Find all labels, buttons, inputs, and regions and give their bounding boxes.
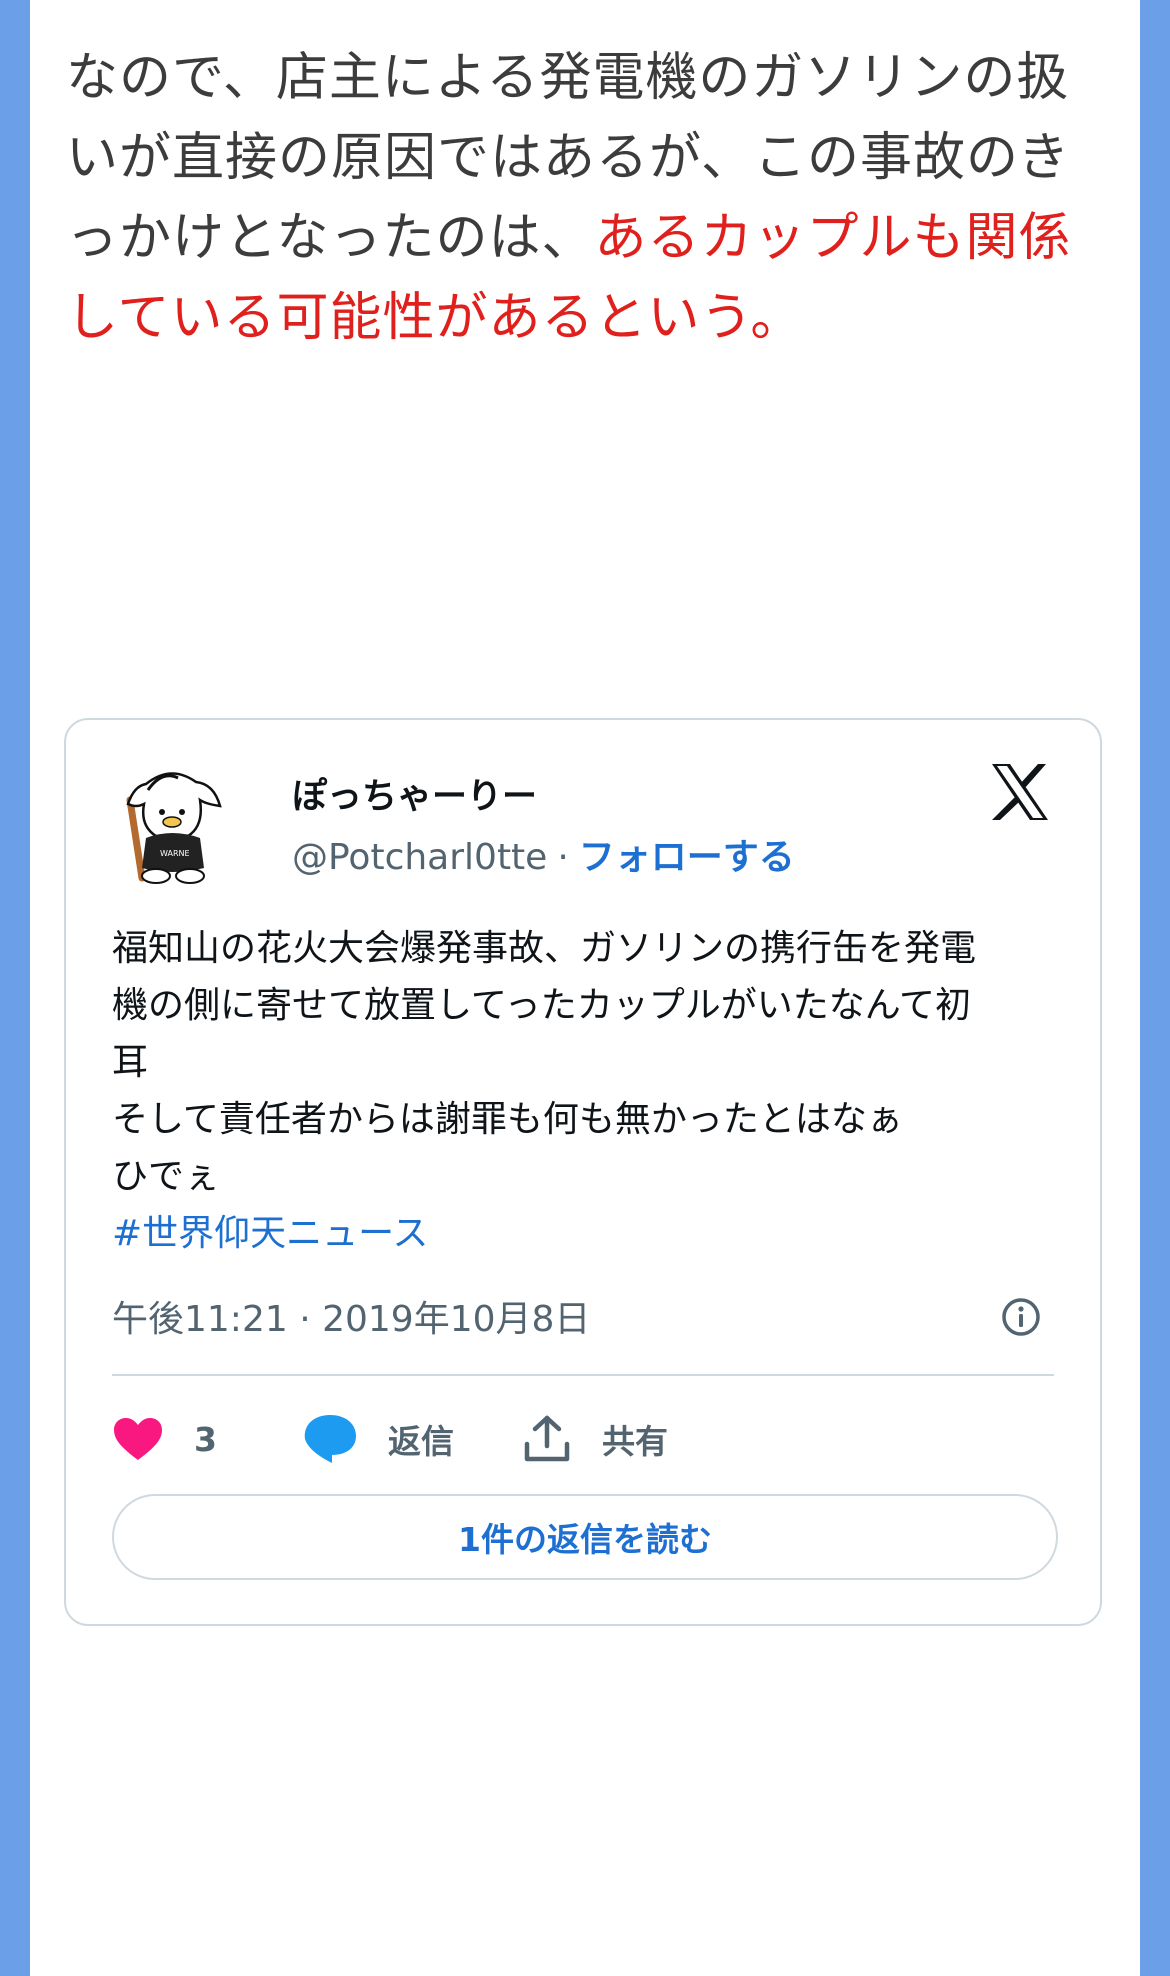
page-content: なので、店主による発電機のガソリンの扱いが直接の原因ではあるが、この事故のきっか… — [30, 0, 1140, 1976]
display-name[interactable]: ぽっちゃーりー — [292, 768, 537, 819]
follow-link[interactable]: フォローする — [579, 837, 795, 878]
x-logo-icon[interactable] — [988, 760, 1052, 824]
hashtag-link[interactable]: #世界仰天ニュース — [112, 1205, 1072, 1262]
info-icon[interactable] — [1000, 1296, 1042, 1338]
tweet-text-line: ひでぇ — [112, 1156, 221, 1197]
reply-button[interactable]: 返信 — [302, 1404, 454, 1474]
separator-dot: · — [557, 837, 569, 878]
divider — [112, 1374, 1054, 1376]
embedded-tweet[interactable]: WARNE ぽっちゃーりー @Potcharl0tte · フォローする 福知山の花… — [64, 718, 1102, 1626]
read-replies-button[interactable]: 1件の返信を読む — [112, 1494, 1058, 1580]
tweet-text-line: 機の側に寄せて放置してったカップルがいたなんて初 — [112, 985, 971, 1026]
tweet-text-line: 耳 — [112, 1042, 149, 1083]
like-button[interactable]: 3 — [112, 1404, 217, 1474]
reply-label: 返信 — [388, 1422, 454, 1461]
like-count: 3 — [194, 1419, 217, 1459]
tweet-text: 福知山の花火大会爆発事故、ガソリンの携行缶を発電 機の側に寄せて放置してったカッ… — [112, 920, 1072, 1262]
share-upload-icon — [524, 1415, 570, 1462]
handle-row: @Potcharl0tte · フォローする — [292, 828, 795, 880]
user-handle[interactable]: @Potcharl0tte — [292, 837, 547, 878]
article-paragraph: なので、店主による発電機のガソリンの扱いが直接の原因ではあるが、この事故のきっか… — [66, 38, 1106, 358]
tweet-text-line: 福知山の花火大会爆発事故、ガソリンの携行缶を発電 — [112, 928, 977, 969]
share-button[interactable]: 共有 — [522, 1404, 668, 1474]
tweet-timestamp[interactable]: 午後11:21 · 2019年10月8日 — [112, 1290, 590, 1342]
speech-bubble-icon — [304, 1415, 356, 1463]
share-label: 共有 — [602, 1422, 668, 1461]
avatar[interactable]: WARNE — [116, 760, 226, 890]
tweet-text-line: そして責任者からは謝罪も何も無かったとはなぁ — [112, 1099, 903, 1140]
heart-icon — [114, 1418, 162, 1460]
svg-text:WARNE: WARNE — [160, 849, 190, 858]
